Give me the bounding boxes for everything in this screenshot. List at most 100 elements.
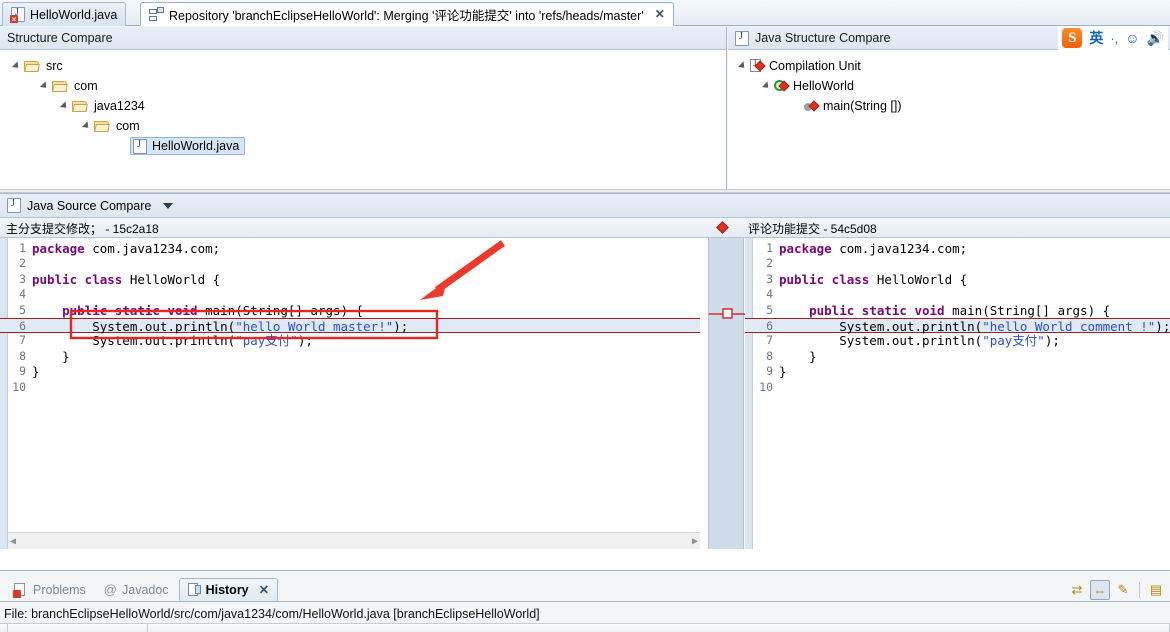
- left-horizontal-scrollbar[interactable]: ◀ ▶: [8, 532, 700, 549]
- right-code-editor[interactable]: 1 package com.java1234.com; 2 3 public class…: [745, 238, 1170, 549]
- tab-javadoc[interactable]: @ Javadoc: [96, 578, 177, 601]
- chevron-expanded-icon[interactable]: [737, 61, 748, 71]
- line-number: 9: [766, 364, 773, 379]
- code-line[interactable]: 2: [0, 256, 708, 271]
- tab-repository-merge[interactable]: Repository 'branchEclipseHelloWorld': Me…: [140, 2, 674, 26]
- close-icon[interactable]: ✕: [655, 7, 665, 21]
- tree-item-label: HelloWorld.java: [152, 139, 240, 153]
- code-token: "hello World comment !": [982, 318, 1156, 334]
- code-token: HelloWorld {: [876, 271, 968, 287]
- code-token: public static void: [62, 302, 206, 318]
- line-number: 10: [759, 379, 773, 394]
- tree-item-com[interactable]: com: [0, 76, 726, 96]
- bottom-tab-bar: Problems @ Javadoc History ✕: [0, 578, 1170, 602]
- tree-item-java1234[interactable]: java1234: [0, 96, 726, 116]
- code-line[interactable]: 9}: [0, 364, 708, 379]
- code-line[interactable]: 8 }: [0, 349, 708, 364]
- code-line[interactable]: 3 public class HelloWorld {: [745, 272, 1170, 287]
- line-number: 2: [19, 256, 26, 271]
- folder-icon: [72, 100, 88, 113]
- code-line[interactable]: 5 public static void main(String[] args)…: [0, 303, 708, 318]
- problems-icon: [13, 582, 28, 598]
- link-with-editor-icon[interactable]: ⇔: [1090, 580, 1110, 600]
- structure-compare-title: Structure Compare: [0, 27, 726, 50]
- java-source-compare-title: Java Source Compare: [0, 194, 1170, 218]
- tree-item-helloworld-java[interactable]: HelloWorld.java: [0, 136, 726, 156]
- code-line[interactable]: 9}: [745, 364, 1170, 379]
- chevron-expanded-icon[interactable]: [761, 81, 772, 91]
- code-text: }: [779, 364, 787, 379]
- java-file-icon: [7, 198, 21, 213]
- structure-compare-tree[interactable]: src com java1234 com HelloWorld.: [0, 50, 726, 188]
- code-line[interactable]: 6 System.out.println("hello World commen…: [745, 317, 1170, 334]
- code-text: package com.java1234.com;: [32, 241, 220, 256]
- bottom-view-area: Problems @ Javadoc History ✕ ⇄ ⇔ ✎ ▤ Fil…: [0, 574, 1170, 632]
- code-token: System.out.println(: [32, 318, 236, 334]
- selected-node[interactable]: HelloWorld.java: [130, 137, 246, 155]
- code-text: }: [32, 349, 70, 364]
- code-token: }: [779, 364, 787, 380]
- punctuation-icon[interactable]: ·,: [1110, 31, 1118, 46]
- chevron-expanded-icon[interactable]: [11, 61, 22, 71]
- code-line[interactable]: 1 package com.java1234.com;: [745, 241, 1170, 256]
- code-text: public class HelloWorld {: [32, 272, 220, 287]
- chevron-down-icon[interactable]: [163, 202, 174, 209]
- history-table-header[interactable]: [0, 623, 1170, 632]
- tree-item-method-main[interactable]: main(String []): [728, 96, 1170, 116]
- diff-connector-svg: [709, 308, 745, 319]
- sogou-ime-toolbar[interactable]: S 英 ·, ☺ 🔊: [1058, 26, 1168, 50]
- line-number: 1: [766, 241, 773, 255]
- code-line[interactable]: 4: [745, 287, 1170, 302]
- code-line[interactable]: 7 System.out.println("pay支付");: [0, 333, 708, 348]
- code-token: );: [1044, 333, 1060, 349]
- tree-item-label: Compilation Unit: [769, 59, 861, 73]
- java-structure-compare-tree[interactable]: J Compilation Unit HelloWorld main(Strin…: [728, 50, 1170, 188]
- folder-icon: [24, 60, 40, 73]
- code-line[interactable]: 10: [745, 380, 1170, 395]
- code-line[interactable]: 6 System.out.println("hello World master…: [0, 317, 700, 334]
- code-line[interactable]: 3 public class HelloWorld {: [0, 272, 708, 287]
- code-token: }: [779, 348, 817, 364]
- code-line[interactable]: 2: [745, 256, 1170, 271]
- compare-mode-icon[interactable]: ⇄: [1067, 580, 1087, 600]
- diff-connector-strip[interactable]: [708, 238, 745, 549]
- edit-icon[interactable]: ✎: [1113, 580, 1133, 600]
- code-line[interactable]: 8 }: [745, 349, 1170, 364]
- right-side-header: 评论功能提交 - 54c5d08: [748, 222, 877, 236]
- emoji-icon[interactable]: ☺: [1125, 30, 1139, 46]
- tab-label: HelloWorld.java: [30, 7, 118, 22]
- code-line[interactable]: 5 public static void main(String[] args)…: [745, 303, 1170, 318]
- code-line[interactable]: 10: [0, 380, 708, 395]
- tree-item-src[interactable]: src: [0, 56, 726, 76]
- sogou-logo-icon[interactable]: S: [1062, 28, 1083, 48]
- code-token: "pay支付": [235, 333, 298, 349]
- tab-helloworld-java[interactable]: × HelloWorld.java: [2, 2, 127, 26]
- scroll-left-icon[interactable]: ◀: [10, 536, 16, 547]
- voice-input-icon[interactable]: 🔊: [1147, 30, 1164, 47]
- tree-item-label: src: [46, 59, 63, 73]
- tree-item-compilation-unit[interactable]: J Compilation Unit: [728, 56, 1170, 76]
- chevron-expanded-icon[interactable]: [59, 101, 70, 111]
- code-token: com.java1234.com;: [839, 241, 968, 256]
- tab-problems[interactable]: Problems: [6, 578, 94, 601]
- java-class-icon: [774, 79, 790, 94]
- tree-item-class-helloworld[interactable]: HelloWorld: [728, 76, 1170, 96]
- pane-title-label: Java Structure Compare: [755, 31, 891, 45]
- line-number: 5: [766, 302, 773, 317]
- tab-history[interactable]: History ✕: [178, 578, 279, 601]
- view-menu-icon[interactable]: ▤: [1146, 580, 1166, 600]
- code-text: System.out.println("pay支付");: [32, 333, 313, 348]
- code-line[interactable]: 1 package com.java1234.com;: [0, 241, 708, 256]
- code-line[interactable]: 7 System.out.println("pay支付");: [745, 333, 1170, 348]
- scroll-right-icon[interactable]: ▶: [692, 536, 698, 547]
- close-icon[interactable]: ✕: [259, 582, 269, 597]
- code-line[interactable]: 4: [0, 287, 708, 302]
- chevron-expanded-icon[interactable]: [81, 121, 92, 131]
- chevron-expanded-icon[interactable]: [39, 81, 50, 91]
- java-structure-compare-pane: Java Structure Compare J Compilation Uni…: [728, 27, 1170, 189]
- english-mode-icon[interactable]: 英: [1089, 28, 1103, 48]
- tree-item-com-nested[interactable]: com: [0, 116, 726, 136]
- toolbar-separator: [1139, 582, 1140, 598]
- left-code-editor[interactable]: 1 package com.java1234.com; 2 3 public class…: [0, 238, 708, 549]
